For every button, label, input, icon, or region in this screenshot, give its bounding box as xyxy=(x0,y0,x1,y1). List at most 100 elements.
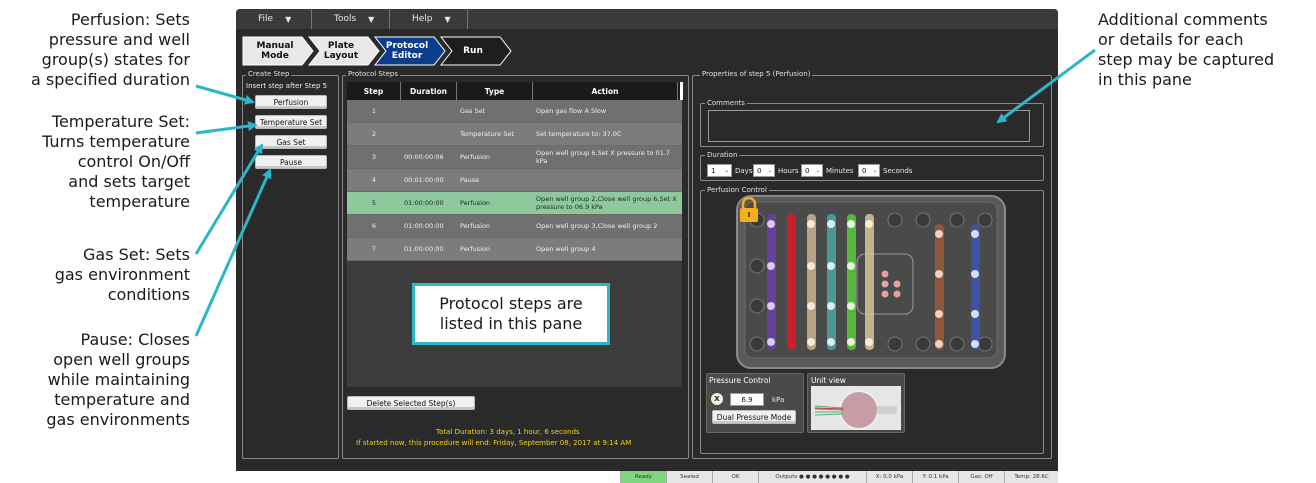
duration-hours-input[interactable]: 0 ⌄ xyxy=(753,164,775,177)
status-bar: Ready Sealed OK Outputs ● ● ● ● ● ● ● ● … xyxy=(236,471,1058,483)
create-step-subtitle: Insert step after Step 5 xyxy=(246,82,328,90)
cell-type: Perfusion xyxy=(460,222,491,230)
cell-type: Temperature Set xyxy=(460,130,514,138)
duration-days-input[interactable]: 1 ⌄ xyxy=(707,164,732,177)
duration-hours-value: 0 xyxy=(757,166,762,175)
cell-duration xyxy=(401,123,457,145)
cell-type: Pause xyxy=(460,176,480,184)
create-step-panel xyxy=(242,75,339,459)
column-header-duration[interactable]: Duration xyxy=(401,82,457,100)
workflow-plate-layout[interactable]: Plate Layout xyxy=(308,36,380,66)
chevron-down-icon: ▼ xyxy=(444,14,451,24)
temperature-set-button[interactable]: Temperature Set xyxy=(255,115,327,129)
annotation-pause: Pause: Closes open well groups while mai… xyxy=(46,330,190,429)
cell-action: Open well group 6,Set X pressure to 01.7… xyxy=(536,149,671,165)
lane-teal[interactable] xyxy=(827,214,836,350)
status-ready: Ready xyxy=(620,471,666,483)
cell-action: Open gas flow A Slow xyxy=(536,107,607,115)
workflow-run-label: Run xyxy=(463,46,483,56)
comments-textarea[interactable] xyxy=(708,110,1030,142)
cell-action: Set temperature to: 37.0C xyxy=(536,130,622,138)
column-header-action[interactable]: Action xyxy=(533,82,678,100)
workflow-run[interactable]: Run xyxy=(440,36,512,66)
table-row[interactable]: 7 01:00:00:00 Perfusion Open well group … xyxy=(347,238,682,261)
pressure-value: 6.9 xyxy=(741,395,753,404)
protocol-steps-title: Protocol Steps xyxy=(346,70,401,78)
workflow-protocol-editor[interactable]: Protocol Editor xyxy=(374,36,446,66)
duration-seconds-value: 0 xyxy=(862,166,867,175)
column-header-type[interactable]: Type xyxy=(457,82,533,100)
gas-set-button[interactable]: Gas Set xyxy=(255,135,327,149)
cell-type: Perfusion xyxy=(460,245,491,253)
pause-button[interactable]: Pause xyxy=(255,155,327,169)
status-y-pressure: Y: 0.1 kPa xyxy=(912,471,958,483)
cell-duration: 00:00:00:06 xyxy=(404,153,444,161)
table-row-selected[interactable]: 5 01:00:00:00 Perfusion Open well group … xyxy=(347,192,682,215)
table-row[interactable]: 1 Gas Set Open gas flow A Slow xyxy=(347,100,682,123)
pressure-control-label: Pressure Control xyxy=(709,376,771,385)
workflow-manual-mode[interactable]: Manual Mode xyxy=(242,36,314,66)
delete-selected-steps-button[interactable]: Delete Selected Step(s) xyxy=(347,396,475,410)
create-step-title: Create Step xyxy=(246,70,292,78)
pressure-unit: kPa xyxy=(772,396,785,404)
table-row[interactable]: 2 Temperature Set Set temperature to: 37… xyxy=(347,123,682,146)
cell-action xyxy=(533,169,680,191)
lane-tan[interactable] xyxy=(807,214,816,350)
menu-tools-label: Tools xyxy=(334,14,357,24)
dual-pressure-mode-button[interactable]: Dual Pressure Mode xyxy=(712,410,796,424)
duration-hours-unit: Hours xyxy=(778,167,799,175)
plate-diagram[interactable] xyxy=(735,194,1007,370)
lane-blue[interactable] xyxy=(971,224,980,350)
workflow-steps: Manual Mode Plate Layout Protocol Editor… xyxy=(242,36,512,66)
table-row[interactable]: 3 00:00:00:06 Perfusion Open well group … xyxy=(347,146,682,169)
spinner-icon: ⌄ xyxy=(724,167,729,174)
menu-bar: File ▼ Tools ▼ Help ▼ xyxy=(236,9,1058,29)
table-row[interactable]: 4 00:01:00:00 Pause xyxy=(347,169,682,192)
cell-type: Perfusion xyxy=(460,199,491,207)
column-header-step[interactable]: Step xyxy=(347,82,401,100)
lane-green[interactable] xyxy=(847,214,856,350)
lane-sand[interactable] xyxy=(865,214,874,350)
pressure-channel-x-icon[interactable]: X xyxy=(711,393,723,405)
unit-view-label: Unit view xyxy=(811,376,846,385)
cell-step: 7 xyxy=(371,245,377,253)
perfusion-control-label: Perfusion Control xyxy=(705,186,769,194)
perfusion-button[interactable]: Perfusion xyxy=(255,95,327,109)
chevron-down-icon: ▼ xyxy=(285,14,292,24)
cell-duration xyxy=(401,100,457,122)
pressure-value-input[interactable]: 6.9 xyxy=(730,393,764,406)
status-gas: Gas: Off xyxy=(958,471,1004,483)
spinner-icon: ⌄ xyxy=(872,167,877,174)
cell-type: Perfusion xyxy=(460,153,491,161)
annotation-gas-set: Gas Set: Sets gas environment conditions xyxy=(54,245,190,304)
total-duration-text: Total Duration: 3 days, 1 hour, 6 second… xyxy=(436,428,580,436)
menu-file-label: File xyxy=(258,14,274,24)
cell-step: 2 xyxy=(371,130,377,138)
duration-seconds-input[interactable]: 0 ⌄ xyxy=(858,164,880,177)
chevron-down-icon: ▼ xyxy=(368,14,375,24)
lane-brown[interactable] xyxy=(935,224,944,350)
menu-help[interactable]: Help ▼ xyxy=(390,9,468,29)
cell-type: Gas Set xyxy=(460,107,486,115)
status-spacer xyxy=(236,471,620,483)
cell-duration: 01:00:00:00 xyxy=(404,222,444,230)
annotation-comments: Additional comments or details for each … xyxy=(1098,10,1275,89)
cell-action: Open well group 3,Close well group 2 xyxy=(536,222,658,230)
cell-step: 6 xyxy=(371,222,377,230)
comments-label: Comments xyxy=(705,99,747,107)
lane-red[interactable] xyxy=(787,214,796,350)
workflow-plate-layout-label: Plate Layout xyxy=(323,41,359,61)
table-scrollbar[interactable] xyxy=(680,82,683,100)
status-outputs: Outputs ● ● ● ● ● ● ● ● xyxy=(758,471,866,483)
menu-tools[interactable]: Tools ▼ xyxy=(312,9,390,29)
duration-minutes-input[interactable]: 0 ⌄ xyxy=(801,164,823,177)
workflow-manual-mode-label: Manual Mode xyxy=(256,41,294,61)
cell-duration: 00:01:00:00 xyxy=(404,176,444,184)
lane-purple[interactable] xyxy=(767,214,776,350)
protocol-pane-callout: Protocol steps are listed in this pane xyxy=(412,283,610,345)
cell-step: 3 xyxy=(371,153,377,161)
table-row[interactable]: 6 01:00:00:00 Perfusion Open well group … xyxy=(347,215,682,238)
status-sealed: Sealed xyxy=(666,471,712,483)
menu-file[interactable]: File ▼ xyxy=(236,9,312,29)
status-temperature: Temp: 28.6C xyxy=(1004,471,1058,483)
